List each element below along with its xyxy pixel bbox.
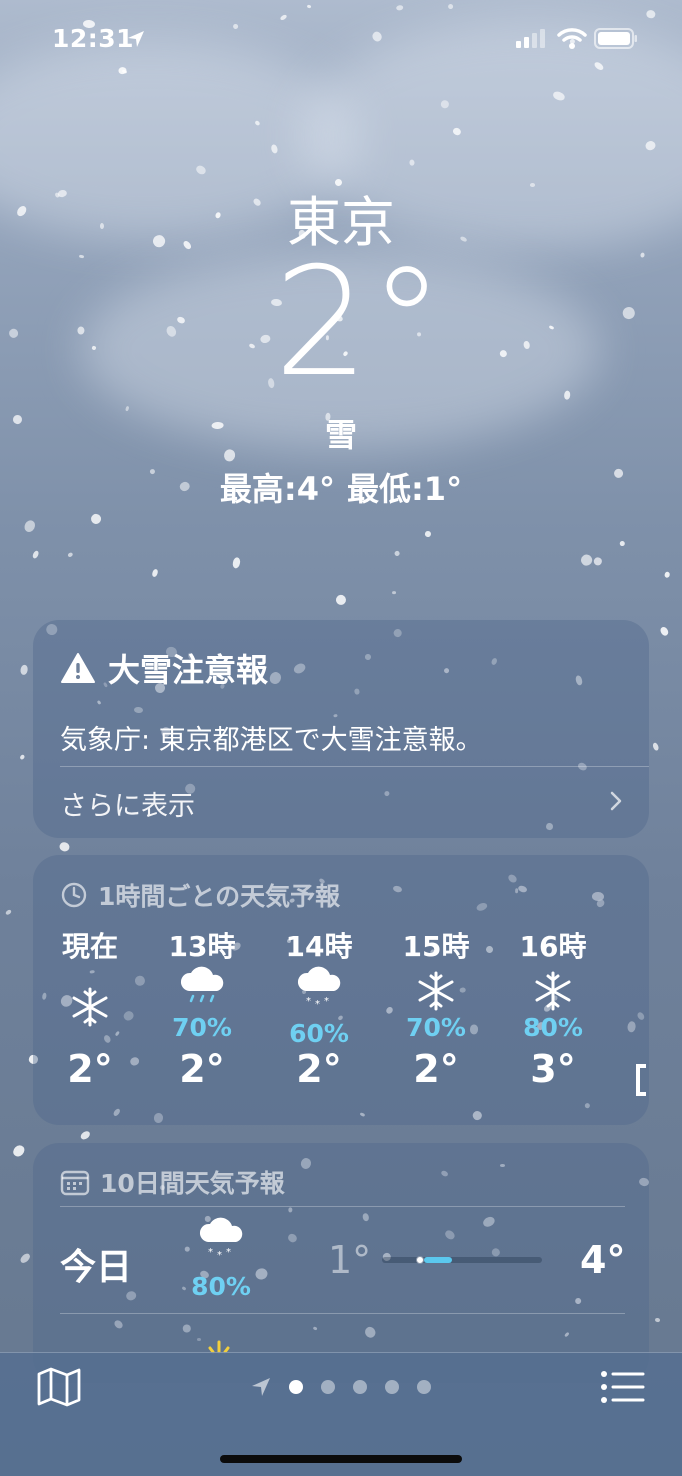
sleet-cloud-icon (180, 966, 224, 1003)
hour-label: 16時 (519, 930, 587, 963)
hour-temperature: 2° (67, 1047, 113, 1091)
wifi-icon (557, 28, 587, 49)
day-precipitation: 80% (191, 1272, 251, 1301)
hour-temperature: 2° (413, 1047, 459, 1091)
snowflake-icon (72, 987, 108, 1027)
svg-text:*: * (324, 996, 329, 1007)
chevron-right-icon[interactable] (608, 790, 624, 812)
page-dot[interactable] (385, 1380, 399, 1394)
current-condition: 雪 (324, 416, 357, 454)
hourly-item: 現在 2° (35, 925, 145, 1105)
hourly-item: 13時 70% 2° (147, 925, 257, 1105)
divider (60, 1206, 625, 1207)
page-dot[interactable] (321, 1380, 335, 1394)
hour-temperature: 3° (530, 1047, 576, 1091)
hour-label: 13時 (168, 930, 236, 963)
high-temperature: 最高:4° (219, 470, 335, 508)
page-dot[interactable] (417, 1380, 431, 1394)
hourly-item-partial (636, 1058, 649, 1098)
location-arrow-icon (128, 31, 144, 47)
day-low-temperature: 1° (328, 1238, 372, 1282)
divider (60, 766, 649, 767)
hourly-item: 14時 * * * 60% 2° (264, 925, 374, 1105)
calendar-icon (60, 1170, 90, 1196)
low-temperature: 最低:1° (347, 470, 463, 508)
hour-label: 現在 (61, 930, 118, 963)
day-high-temperature: 4° (580, 1238, 626, 1282)
hourly-item: 15時 70% 2° (381, 925, 491, 1105)
svg-text:*: * (306, 996, 311, 1007)
clock-icon (61, 882, 87, 908)
temperature-range-fill (424, 1257, 452, 1263)
snowflake-icon (535, 971, 571, 1011)
location-arrow-icon[interactable] (250, 1376, 272, 1398)
hour-precipitation: 70% (172, 1013, 232, 1042)
snow-cloud-icon: * * * (199, 1217, 243, 1261)
status-time: 12:31 (52, 24, 135, 53)
hour-temperature: 2° (179, 1047, 225, 1091)
warning-icon (61, 653, 95, 683)
list-icon[interactable] (600, 1370, 646, 1404)
hour-precipitation: 70% (406, 1013, 466, 1042)
hour-precipitation: 80% (523, 1013, 583, 1042)
daily-section-label: 10日間天気予報 (60, 1164, 285, 1200)
hourly-section-label: 1時間ごとの天気予報 (60, 877, 340, 913)
daily-label: 10日間天気予報 (100, 1169, 285, 1198)
divider (60, 1313, 625, 1314)
alert-text: 気象庁: 東京都港区で大雪注意報。 (60, 725, 483, 756)
hour-label: 15時 (402, 930, 470, 963)
svg-text:*: * (208, 1247, 213, 1258)
svg-text:*: * (315, 999, 320, 1009)
hour-label: 14時 (285, 930, 353, 963)
current-temperature: 2° (273, 236, 445, 410)
cellular-signal-icon (516, 29, 545, 48)
snowflake-icon (418, 971, 454, 1011)
show-more-link[interactable]: さらに表示 (60, 784, 195, 823)
hour-precipitation: 60% (289, 1019, 349, 1048)
alert-title: 大雪注意報 (108, 651, 269, 689)
alert-header: 大雪注意報 (60, 645, 268, 691)
day-name: 今日 (60, 1247, 133, 1288)
high-low: 最高:4° 最低:1° (0, 464, 682, 510)
hourly-label: 1時間ごとの天気予報 (98, 882, 341, 911)
page-dot[interactable] (353, 1380, 367, 1394)
hour-temperature: 2° (296, 1047, 342, 1091)
home-indicator (220, 1455, 462, 1463)
current-temperature-marker (416, 1256, 424, 1264)
map-icon[interactable] (36, 1366, 82, 1408)
temperature-range-bar (382, 1256, 542, 1264)
battery-icon (594, 28, 637, 49)
snow-cloud-icon: * * * (297, 966, 341, 1009)
hourly-item: 16時 80% 3° (498, 925, 608, 1105)
status-bar: 12:31 (0, 0, 682, 80)
page-dot[interactable] (289, 1380, 303, 1394)
svg-text:*: * (217, 1250, 222, 1261)
svg-text:*: * (226, 1247, 231, 1258)
